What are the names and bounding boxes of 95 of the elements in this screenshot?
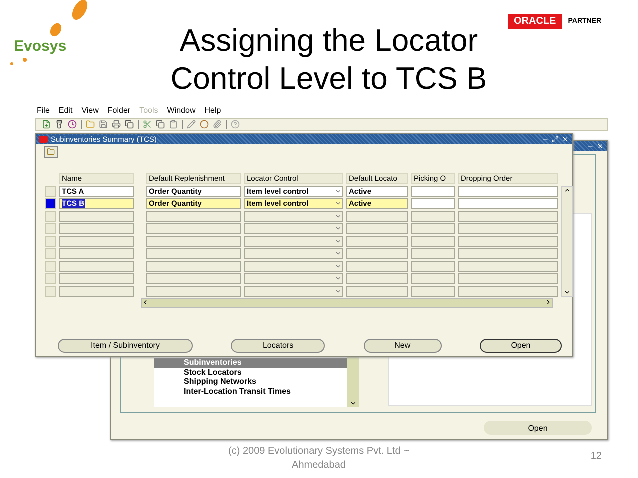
save-icon[interactable] (99, 120, 108, 129)
list-item[interactable]: Stock Locators (154, 368, 347, 378)
table-cell[interactable] (346, 286, 408, 296)
page-number: 12 (590, 451, 602, 462)
table-cell[interactable] (458, 223, 558, 234)
folder-tool-button[interactable] (44, 146, 58, 158)
table-cell[interactable] (411, 236, 455, 246)
table-cell[interactable] (146, 236, 241, 246)
table-cell[interactable] (411, 223, 455, 234)
file-plus-icon[interactable] (42, 120, 51, 129)
table-cell[interactable] (346, 273, 408, 284)
clipboard-icon[interactable] (169, 120, 178, 129)
table-cell[interactable] (458, 198, 558, 209)
menu-item[interactable]: Window (167, 106, 196, 118)
table-cell[interactable] (411, 198, 455, 209)
partner-logo: ORACLE (508, 14, 562, 28)
table-cell[interactable] (411, 186, 455, 196)
flashlight-icon[interactable] (55, 120, 64, 129)
maximize-icon[interactable] (552, 136, 559, 142)
table-cell[interactable] (411, 260, 455, 272)
dropdown-field[interactable] (244, 286, 343, 296)
logo-dots-drawing (10, 57, 28, 67)
table-cell[interactable] (59, 286, 134, 296)
table-cell[interactable] (411, 286, 455, 296)
copyright-text: (c) 2009 Evolutionary Systems Pvt. Ltd ~ Ahmedabad (228, 445, 410, 473)
table-cell[interactable] (146, 248, 241, 259)
table-cell[interactable] (458, 210, 558, 222)
scroll-down-icon[interactable] (564, 288, 570, 296)
table-cell[interactable] (146, 286, 241, 296)
list-item[interactable]: Subinventories (154, 358, 347, 368)
table-cell[interactable] (346, 248, 408, 259)
table-cell[interactable] (59, 248, 134, 259)
table-cell[interactable] (146, 223, 241, 234)
slide-title: Assigning the Locator (180, 22, 478, 60)
menu-item[interactable]: File (37, 106, 50, 118)
table-cell[interactable] (146, 210, 241, 222)
scissors-icon[interactable] (143, 120, 152, 129)
action-button[interactable]: New (364, 338, 442, 352)
table-cell[interactable] (458, 260, 558, 272)
table-cell[interactable] (346, 223, 408, 234)
table-cell[interactable] (458, 273, 558, 284)
menu-item[interactable]: Help (204, 106, 222, 118)
horizontal-scrollbar[interactable] (141, 298, 553, 308)
pencil-icon[interactable] (187, 120, 196, 129)
dropdown-field[interactable] (244, 210, 343, 222)
dropdown-field[interactable] (244, 223, 343, 234)
table-cell[interactable] (411, 273, 455, 284)
dropdown-field[interactable] (244, 236, 343, 246)
table-cell[interactable] (458, 236, 558, 246)
logo-swoosh-drawing (48, 0, 90, 38)
menu-item[interactable]: View (82, 106, 99, 118)
scroll-left-icon[interactable] (142, 299, 149, 306)
table-cell[interactable] (458, 248, 558, 259)
printer-icon[interactable] (112, 120, 121, 129)
table-cell[interactable] (59, 223, 134, 234)
close-icon[interactable] (562, 136, 569, 142)
record-indicator[interactable] (45, 198, 56, 209)
table-cell[interactable] (346, 210, 408, 222)
table-cell[interactable] (59, 210, 134, 222)
table-cell[interactable] (59, 236, 134, 246)
dropdown-field[interactable] (244, 273, 343, 284)
table-cell[interactable] (59, 273, 134, 284)
close-icon[interactable] (597, 142, 604, 150)
circle-icon[interactable] (200, 120, 209, 129)
scroll-up-icon[interactable] (564, 186, 570, 194)
menu-item[interactable]: Folder (108, 106, 131, 118)
dropdown-field[interactable] (244, 248, 343, 259)
open-button[interactable]: Open (484, 421, 592, 435)
logo-text: Evosys (14, 38, 67, 55)
copy-icon[interactable] (125, 120, 134, 129)
oracle-icon (39, 136, 48, 142)
paperclip-icon[interactable] (213, 120, 222, 129)
table-cell[interactable] (146, 273, 241, 284)
scroll-right-icon[interactable] (545, 299, 552, 306)
table-cell[interactable] (458, 286, 558, 296)
table-cell[interactable] (346, 260, 408, 272)
vertical-scrollbar[interactable] (347, 357, 359, 407)
vertical-scrollbar[interactable] (561, 186, 573, 296)
folder-icon[interactable] (86, 120, 95, 129)
action-button[interactable]: Item / Subinventory (58, 338, 193, 352)
table-cell[interactable] (411, 210, 455, 222)
slide-title: Control Level to TCS B (170, 60, 488, 98)
table-cell[interactable] (411, 248, 455, 259)
clock-icon[interactable] (68, 120, 77, 129)
help-icon[interactable] (231, 120, 240, 129)
table-cell[interactable] (146, 260, 241, 272)
action-button[interactable]: Open (480, 338, 562, 352)
scroll-down-icon[interactable] (350, 400, 356, 407)
menu-item[interactable]: Edit (58, 106, 73, 118)
action-button[interactable]: Locators (231, 338, 326, 352)
dropdown-field[interactable] (244, 260, 343, 272)
table-cell[interactable] (59, 260, 134, 272)
table-cell[interactable] (458, 186, 558, 196)
table-cell[interactable] (346, 236, 408, 246)
copy-icon[interactable] (156, 120, 165, 129)
